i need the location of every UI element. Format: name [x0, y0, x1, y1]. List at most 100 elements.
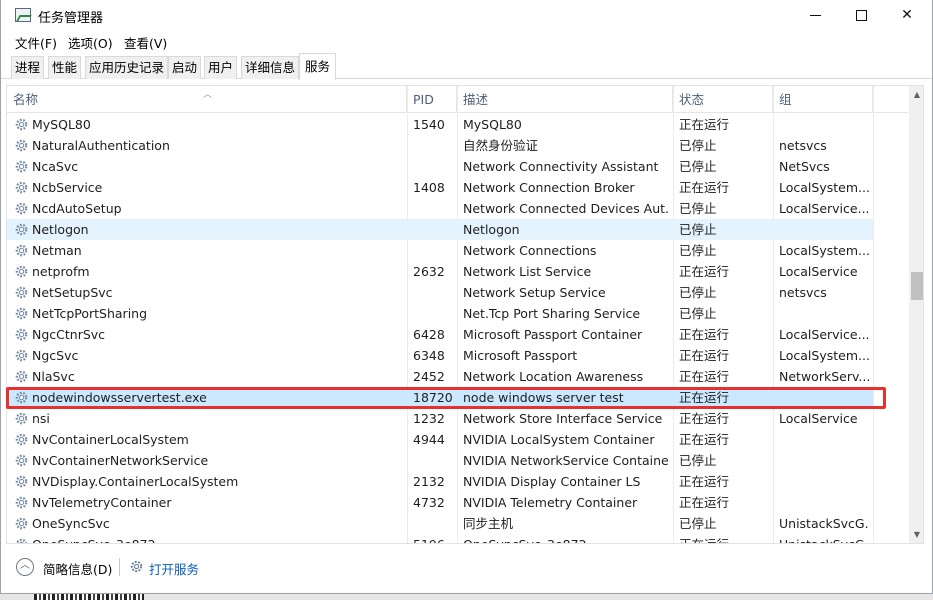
fewer-details-button[interactable]: 简略信息(D) — [43, 559, 112, 578]
close-icon: ✕ — [901, 7, 913, 23]
service-group — [779, 303, 869, 324]
service-row[interactable]: NvTelemetryContainer 4732 NVIDIA Telemetry… — [7, 492, 873, 513]
service-pid: 4944 — [413, 432, 445, 447]
column-header-description[interactable]: 描述 — [457, 86, 673, 113]
service-group: LocalSystem... — [779, 243, 869, 258]
title-bar[interactable]: 任务管理器 ✕ — [1, 0, 932, 30]
scroll-thumb[interactable] — [911, 272, 923, 300]
service-status: 已停止 — [679, 159, 717, 174]
service-row[interactable]: Netman Network Connections 已停止 LocalSystem.… — [7, 240, 873, 261]
tab-processes[interactable]: 进程 — [11, 56, 45, 79]
service-group — [779, 429, 869, 450]
service-gear-icon — [15, 517, 28, 530]
service-row[interactable]: NlaSvc 2452 Network Location Awareness 正在运行… — [7, 366, 873, 387]
service-group: LocalService — [779, 264, 858, 279]
maximize-button[interactable] — [838, 0, 884, 30]
service-group — [779, 450, 869, 471]
minimize-icon — [809, 14, 821, 16]
service-row[interactable]: OneSyncSvc 同步主机 已停止 UnistackSvcG... — [7, 513, 873, 534]
service-row[interactable]: NvContainerNetworkService NVIDIA NetworkS… — [7, 450, 873, 471]
service-status: 已停止 — [679, 243, 717, 258]
service-row[interactable]: NaturalAuthentication 自然身份验证 已停止 netsvcs — [7, 135, 873, 156]
close-button[interactable]: ✕ — [884, 0, 930, 30]
service-pid: 5196 — [413, 534, 457, 543]
collapse-up-icon[interactable]: ︿ — [16, 558, 34, 576]
column-header-group[interactable]: 组 — [773, 86, 873, 113]
service-name: NvTelemetryContainer — [32, 495, 172, 510]
service-pid — [413, 450, 457, 471]
service-row[interactable]: NgcCtnrSvc 6428 Microsoft Passport Contain… — [7, 324, 873, 345]
qr-code-fragment — [34, 594, 144, 600]
minimize-button[interactable] — [792, 0, 838, 30]
service-gear-icon — [15, 139, 28, 152]
service-row[interactable]: NvContainerLocalSystem 4944 NVIDIA LocalSy… — [7, 429, 873, 450]
task-manager-icon — [15, 8, 31, 22]
service-name: OneSyncSvc — [32, 516, 110, 531]
service-status: 已停止 — [679, 222, 717, 237]
column-header-pid[interactable]: PID — [407, 86, 457, 113]
menu-file[interactable]: 文件(F) — [15, 33, 57, 52]
service-row[interactable]: NetTcpPortSharing Net.Tcp Port Sharing Se… — [7, 303, 873, 324]
service-status: 正在运行 — [679, 117, 730, 132]
service-row[interactable]: Netlogon Netlogon 已停止 — [7, 219, 873, 240]
service-row[interactable]: nsi 1232 Network Store Interface Service 正在… — [7, 408, 873, 429]
service-gear-icon — [15, 265, 28, 278]
tab-details[interactable]: 详细信息 — [241, 56, 300, 79]
service-description: 同步主机 — [463, 516, 514, 531]
service-group: LocalService — [779, 411, 858, 426]
tab-strip: 进程 性能 应用历史记录 启动 用户 详细信息 服务 — [1, 53, 932, 80]
service-pid: 2132 — [413, 474, 445, 489]
service-name: OneSyncSvc_3e872 — [32, 534, 405, 543]
tab-users[interactable]: 用户 — [204, 56, 238, 79]
service-row[interactable]: NetSetupSvc Network Setup Service 已停止 netsv… — [7, 282, 873, 303]
service-gear-icon — [15, 307, 28, 320]
service-status: 正在运行 — [679, 534, 769, 543]
service-row[interactable]: NVDisplay.ContainerLocalSystem 2132 NVIDIA… — [7, 471, 873, 492]
service-description: Network Connection Broker — [463, 180, 635, 195]
service-gear-icon — [15, 328, 28, 341]
service-gear-icon — [15, 454, 28, 467]
column-header-status[interactable]: 状态 — [673, 86, 773, 113]
service-status: 已停止 — [679, 516, 717, 531]
service-row[interactable]: NgcSvc 6348 Microsoft Passport 正在运行 LocalSys… — [7, 345, 873, 366]
service-status: 已停止 — [679, 285, 717, 300]
service-pid — [413, 303, 457, 324]
service-row[interactable]: NcdAutoSetup Network Connected Devices Au… — [7, 198, 873, 219]
scroll-down-arrow-icon[interactable]: ▼ — [909, 526, 923, 543]
service-name: NetTcpPortSharing — [32, 306, 148, 321]
service-row[interactable]: netprofm 2632 Network List Service 正在运行 Loca… — [7, 261, 873, 282]
background-desktop-strip — [0, 594, 933, 600]
service-description: Network Setup Service — [463, 285, 606, 300]
service-pid — [413, 135, 457, 156]
service-row[interactable]: NcbService 1408 Network Connection Broker 正… — [7, 177, 873, 198]
service-gear-icon — [15, 349, 28, 362]
vertical-scrollbar[interactable]: ▲ ▼ — [909, 86, 923, 543]
tab-performance[interactable]: 性能 — [48, 56, 82, 79]
scroll-up-arrow-icon[interactable]: ▲ — [909, 86, 923, 103]
tab-services[interactable]: 服务 — [299, 53, 337, 80]
open-services-link[interactable]: 打开服务 — [149, 559, 199, 578]
service-name: NvContainerNetworkService — [32, 453, 209, 468]
service-row[interactable]: MySQL80 1540 MySQL80 正在运行 — [7, 114, 873, 135]
service-description: Network Location Awareness — [463, 369, 644, 384]
service-gear-icon — [15, 433, 28, 446]
service-description: Microsoft Passport Container — [463, 327, 643, 342]
tab-startup[interactable]: 启动 — [168, 56, 202, 79]
service-status: 正在运行 — [679, 474, 730, 489]
service-group: UnistackSvcG... — [779, 534, 869, 543]
service-description: NVIDIA Display Container LS — [463, 474, 641, 489]
service-name: NcaSvc — [32, 159, 79, 174]
service-row[interactable]: OneSyncSvc_3e872 5196 OneSyncSvc_3e872 正在运行… — [7, 534, 873, 543]
service-status: 正在运行 — [679, 411, 730, 426]
service-group: LocalService... — [779, 201, 869, 216]
service-pid — [413, 513, 457, 534]
menu-options[interactable]: 选项(O) — [68, 33, 113, 52]
service-name: NVDisplay.ContainerLocalSystem — [32, 474, 239, 489]
menu-view[interactable]: 查看(V) — [124, 33, 167, 52]
services-gear-icon — [130, 560, 143, 573]
tab-app-history[interactable]: 应用历史记录 — [85, 56, 169, 79]
service-name: nsi — [32, 411, 50, 426]
service-pid — [413, 282, 457, 303]
service-gear-icon — [15, 475, 28, 488]
service-row[interactable]: NcaSvc Network Connectivity Assistant 已停止 N… — [7, 156, 873, 177]
